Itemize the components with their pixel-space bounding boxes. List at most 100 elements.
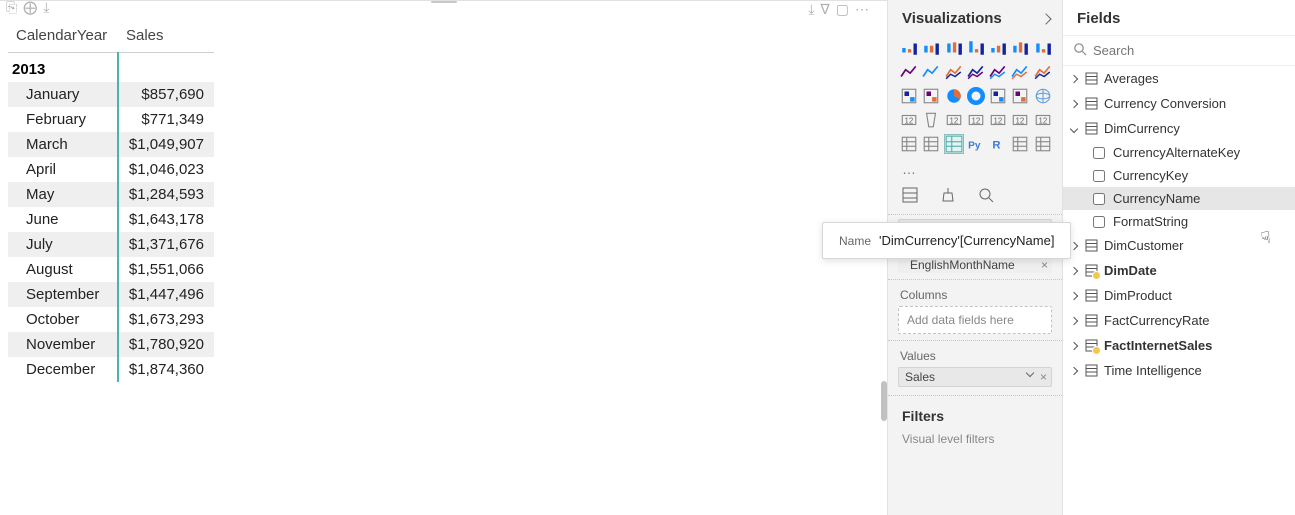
table-row[interactable]: December$1,874,360 (8, 357, 214, 382)
field-checkbox[interactable] (1093, 193, 1105, 205)
field-checkbox[interactable] (1093, 170, 1105, 182)
columns-drop-hint[interactable]: Add data fields here (898, 306, 1052, 334)
field-currencyalternatekey[interactable]: CurrencyAlternateKey (1063, 141, 1295, 164)
viz-type-cust[interactable] (1011, 135, 1029, 153)
rows-item-1[interactable]: EnglishMonthName × (898, 257, 1052, 273)
format-tab-icon[interactable] (940, 187, 956, 206)
viz-type-gauge2[interactable]: 12 (945, 111, 963, 129)
paste-icon[interactable]: ⎘ (6, 0, 17, 16)
remove-icon[interactable]: × (1041, 258, 1048, 272)
filter-icon[interactable]: ∇ (820, 1, 829, 18)
table-dimcustomer[interactable]: DimCustomer (1063, 233, 1295, 258)
analytics-tab-icon[interactable] (978, 187, 994, 206)
viz-type-line3[interactable] (1034, 63, 1052, 81)
viz-type-ribbon[interactable] (989, 39, 1007, 57)
field-checkbox[interactable] (1093, 216, 1105, 228)
down-icon[interactable]: ⤓ (43, 0, 49, 16)
viz-type-slicer[interactable]: 12 (1011, 111, 1029, 129)
remove-icon[interactable]: × (1040, 370, 1047, 384)
table-row[interactable]: October$1,673,293 (8, 307, 214, 332)
viz-type-card[interactable]: 12 (967, 111, 985, 129)
matrix-year[interactable]: 2013 (8, 53, 118, 83)
field-currencykey[interactable]: CurrencyKey (1063, 164, 1295, 187)
matrix-visual[interactable]: CalendarYear Sales 2013January$857,690Fe… (8, 23, 214, 382)
fields-search[interactable] (1063, 35, 1295, 66)
search-input[interactable] (1093, 43, 1285, 58)
chevron-icon[interactable] (1069, 126, 1079, 132)
chevron-icon[interactable] (1069, 318, 1079, 324)
table-averages[interactable]: Averages (1063, 66, 1295, 91)
more-icon[interactable]: ⋯ (855, 1, 869, 18)
table-row[interactable]: July$1,371,676 (8, 232, 214, 257)
viz-type-matrix[interactable] (922, 135, 940, 153)
viz-type-line2[interactable] (1011, 63, 1029, 81)
table-dimproduct[interactable]: DimProduct (1063, 283, 1295, 308)
table-factcurrencyrate[interactable]: FactCurrencyRate (1063, 308, 1295, 333)
report-canvas[interactable]: ⎘ ⨁ ⤓ ⤓ ∇ ▢ ⋯ CalendarYear Sales 2013Jan… (0, 0, 887, 515)
viz-type-kpi[interactable]: 12 (989, 111, 1007, 129)
viz-type-hbar2[interactable] (945, 39, 963, 57)
add-icon[interactable]: ⨁ (23, 0, 37, 16)
fields-tab-icon[interactable] (902, 187, 918, 206)
focus-icon[interactable]: ▢ (836, 1, 849, 18)
viz-type-matrixsel[interactable] (945, 135, 963, 153)
table-row[interactable]: August$1,551,066 (8, 257, 214, 282)
viz-more-icon[interactable]: … (888, 159, 1062, 183)
columns-well[interactable]: Columns Add data fields here (888, 279, 1062, 340)
viz-type-funnel[interactable] (1011, 87, 1029, 105)
collapse-viz-icon[interactable] (1040, 13, 1051, 24)
viz-type-cust2[interactable] (1034, 135, 1052, 153)
canvas-resize-handle[interactable] (431, 1, 457, 3)
viz-type-area2[interactable] (945, 63, 963, 81)
table-row[interactable]: May$1,284,593 (8, 182, 214, 207)
viz-type-scatter[interactable] (922, 87, 940, 105)
viz-type-combo[interactable] (967, 63, 985, 81)
chevron-down-icon[interactable] (1025, 369, 1033, 377)
share-icon[interactable]: ⤓ (808, 1, 814, 18)
table-time-intelligence[interactable]: Time Intelligence (1063, 358, 1295, 383)
table-factinternetsales[interactable]: FactInternetSales (1063, 333, 1295, 358)
viz-type-hist[interactable] (1011, 39, 1029, 57)
field-formatstring[interactable]: FormatString (1063, 210, 1295, 233)
col-header-sales[interactable]: Sales (118, 23, 214, 53)
chevron-icon[interactable] (1069, 76, 1079, 82)
viz-type-nav[interactable]: 12 (1034, 111, 1052, 129)
table-dimdate[interactable]: DimDate (1063, 258, 1295, 283)
field-currencyname[interactable]: CurrencyName (1063, 187, 1295, 210)
chevron-icon[interactable] (1069, 343, 1079, 349)
viz-type-vbar[interactable] (922, 39, 940, 57)
viz-type-ribbon2[interactable] (989, 63, 1007, 81)
table-row[interactable]: June$1,643,178 (8, 207, 214, 232)
viz-type-vbar2[interactable] (967, 39, 985, 57)
viz-type-area[interactable] (922, 63, 940, 81)
table-row[interactable]: April$1,046,023 (8, 157, 214, 182)
table-dimcurrency[interactable]: DimCurrency (1063, 116, 1295, 141)
table-row[interactable]: September$1,447,496 (8, 282, 214, 307)
viz-type-pie[interactable] (945, 87, 963, 105)
viz-type-donut[interactable] (967, 87, 985, 105)
col-header-year[interactable]: CalendarYear (8, 23, 118, 53)
chevron-icon[interactable] (1069, 101, 1079, 107)
viz-type-col[interactable] (1034, 39, 1052, 57)
viz-type-line[interactable] (900, 63, 918, 81)
table-row[interactable]: March$1,049,907 (8, 132, 214, 157)
chevron-icon[interactable] (1069, 293, 1079, 299)
table-currency-conversion[interactable]: Currency Conversion (1063, 91, 1295, 116)
chevron-icon[interactable] (1069, 268, 1079, 274)
viz-type-r[interactable]: R (989, 135, 1007, 153)
viz-type-map[interactable] (989, 87, 1007, 105)
viz-type-hbar[interactable] (900, 39, 918, 57)
viz-type-table[interactable] (900, 135, 918, 153)
viz-type-globe[interactable] (1034, 87, 1052, 105)
table-row[interactable]: November$1,780,920 (8, 332, 214, 357)
viz-type-filter[interactable] (922, 111, 940, 129)
field-checkbox[interactable] (1093, 147, 1105, 159)
viz-type-py[interactable]: Py (967, 135, 985, 153)
values-well[interactable]: Values Sales × (888, 340, 1062, 395)
table-row[interactable]: January$857,690 (8, 82, 214, 107)
table-row[interactable]: February$771,349 (8, 107, 214, 132)
chevron-icon[interactable] (1069, 368, 1079, 374)
viz-type-tree[interactable] (900, 87, 918, 105)
values-item-0[interactable]: Sales × (898, 367, 1052, 387)
viz-type-gauge[interactable]: 12 (900, 111, 918, 129)
